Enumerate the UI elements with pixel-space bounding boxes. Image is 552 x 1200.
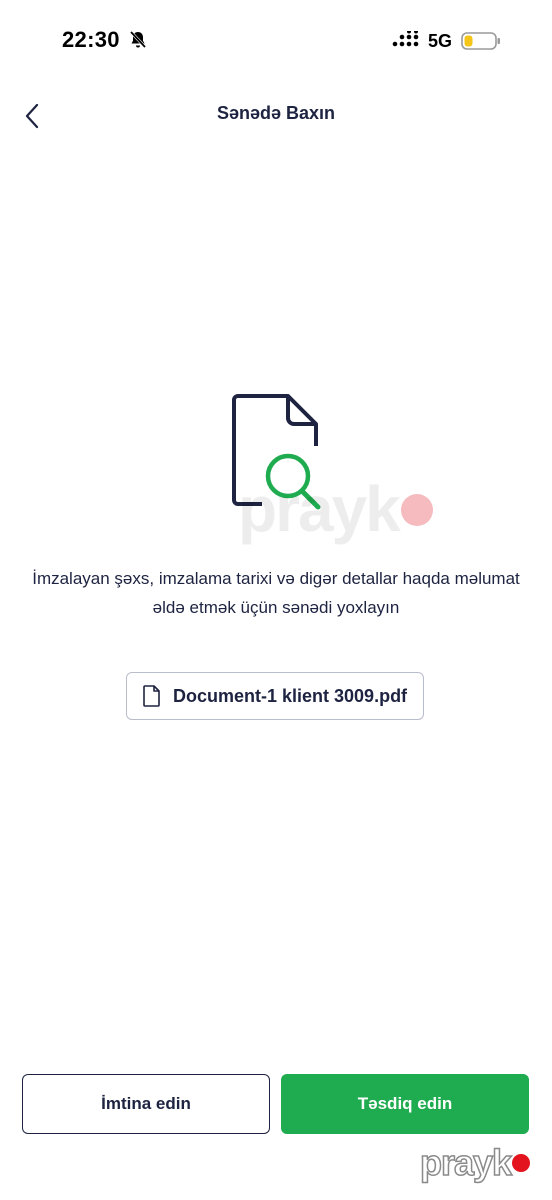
page-title: Sənədə Baxın xyxy=(216,103,336,123)
file-name: Document-1 klient 3009.pdf xyxy=(173,685,408,706)
watermark-corner: prayk xyxy=(419,1141,531,1184)
status-time: 22:30 xyxy=(62,27,120,52)
file-attachment-button[interactable]: Document-1 klient 3009.pdf xyxy=(126,672,424,720)
signal-icon xyxy=(392,31,419,47)
network-type: 5G xyxy=(428,31,453,51)
bell-off-icon xyxy=(129,30,147,49)
status-bar: 22:30 5G xyxy=(0,0,552,80)
cancel-button[interactable]: İmtina edin xyxy=(22,1074,270,1134)
header: Sənədə Baxın xyxy=(0,90,552,140)
document-search-icon xyxy=(232,394,322,510)
confirm-button[interactable]: Təsdiq edin xyxy=(281,1074,529,1134)
battery-icon xyxy=(461,32,500,50)
file-icon xyxy=(143,685,160,707)
description-text: İmzalayan şəxs, imzalama tarixi və digər… xyxy=(32,569,520,617)
screen: 22:30 5G Sənədə Baxın prayk İmzalayan şə… xyxy=(0,0,552,1200)
